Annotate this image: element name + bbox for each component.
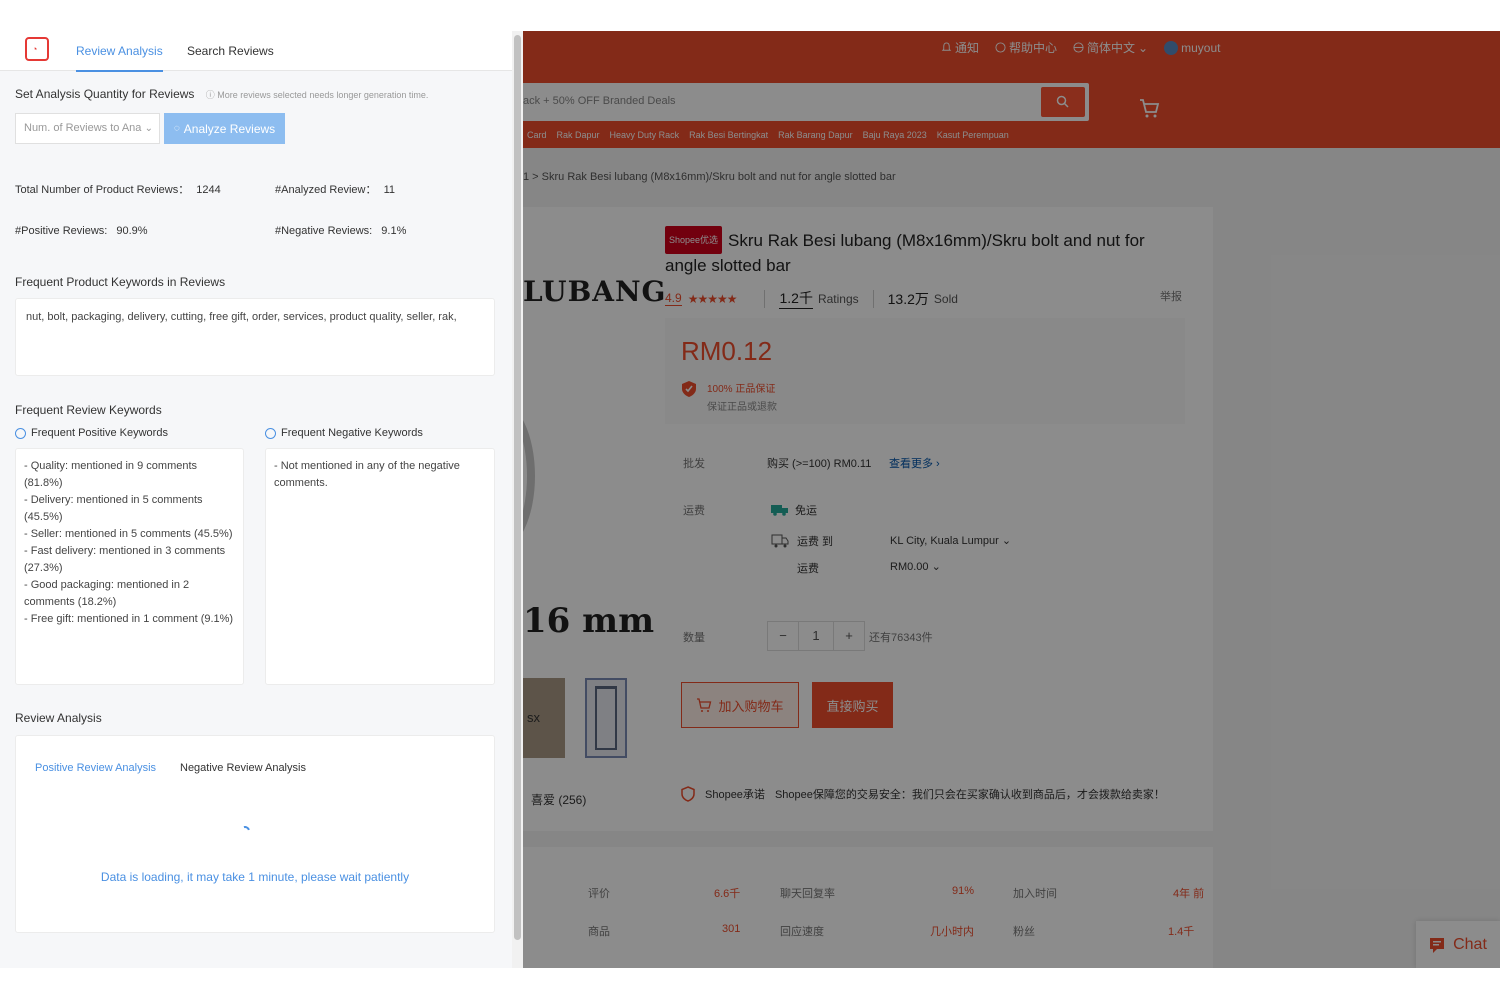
review-analysis-panel: ◔ Review Analysis Search Reviews Set Ana… (0, 0, 512, 968)
extension-logo-icon: ◔ (25, 37, 49, 61)
negative-keywords-header: Frequent Negative Keywords (265, 427, 423, 439)
analyze-reviews-label: Analyze Reviews (183, 121, 276, 136)
review-analysis-title: Review Analysis (15, 711, 102, 725)
modal-overlay[interactable] (523, 31, 1500, 968)
quantity-hint: ⓘ More reviews selected needs longer gen… (205, 90, 429, 100)
total-reviews-value: 1244 (196, 184, 221, 196)
negative-keywords-box: - Not mentioned in any of the negative c… (265, 448, 495, 685)
analyzed-reviews: #Analyzed Review： 11 (275, 181, 395, 197)
product-keywords-text: nut, bolt, packaging, delivery, cutting,… (26, 311, 457, 323)
positive-keywords-header: Frequent Positive Keywords (15, 427, 168, 439)
keyword-item: - Not mentioned in any of the negative c… (274, 460, 460, 489)
quantity-label-text: Set Analysis Quantity for Reviews (15, 87, 195, 101)
negative-keywords-icon (265, 427, 276, 439)
keyword-item: - Quality: mentioned in 9 comments (81.8… (24, 460, 198, 489)
positive-keywords-title: Frequent Positive Keywords (31, 427, 168, 439)
keyword-item: - Seller: mentioned in 5 comments (45.5%… (24, 528, 233, 540)
negative-reviews-value: 9.1% (381, 225, 407, 237)
panel-tabs: ◔ Review Analysis Search Reviews (0, 0, 512, 72)
logo-mark: ◔ (32, 44, 38, 54)
analyzed-reviews-label: #Analyzed Review： (275, 184, 377, 196)
loading-message: Data is loading, it may take 1 minute, p… (100, 870, 410, 884)
tab-positive-review-analysis[interactable]: Positive Review Analysis (35, 762, 156, 774)
total-reviews-label: Total Number of Product Reviews： (15, 184, 190, 196)
keyword-item: - Delivery: mentioned in 5 comments (45.… (24, 494, 203, 523)
tab-negative-review-analysis[interactable]: Negative Review Analysis (180, 762, 306, 774)
positive-keywords-box: - Quality: mentioned in 9 comments (81.8… (15, 448, 244, 685)
keyword-item: - Good packaging: mentioned in 2 comment… (24, 579, 190, 608)
analyze-reviews-button[interactable]: ◌ Analyze Reviews (164, 113, 285, 144)
positive-reviews: #Positive Reviews: 90.9% (15, 225, 148, 237)
review-count-select[interactable]: Num. of Reviews to Ana ⌄ (15, 113, 160, 144)
negative-keywords-title: Frequent Negative Keywords (281, 427, 423, 439)
tab-search-reviews[interactable]: Search Reviews (187, 44, 274, 58)
analyze-icon: ◌ (173, 123, 180, 134)
quantity-hint-text: More reviews selected needs longer gener… (217, 90, 429, 100)
panel-scrollbar[interactable] (512, 31, 523, 968)
keyword-item: - Free gift: mentioned in 1 comment (9.1… (24, 613, 234, 625)
keyword-item: - Fast delivery: mentioned in 3 comments… (24, 545, 226, 574)
positive-reviews-value: 90.9% (116, 225, 148, 237)
review-count-placeholder: Num. of Reviews to Ana (24, 122, 142, 134)
analyzed-reviews-value: 11 (383, 184, 395, 196)
product-keywords-title: Frequent Product Keywords in Reviews (15, 275, 226, 289)
total-reviews: Total Number of Product Reviews： 1244 (15, 181, 221, 197)
tab-review-analysis[interactable]: Review Analysis (76, 44, 163, 72)
negative-reviews-label: #Negative Reviews: (275, 225, 373, 237)
negative-reviews: #Negative Reviews: 9.1% (275, 225, 406, 237)
positive-keywords-icon (15, 427, 26, 439)
review-keywords-title: Frequent Review Keywords (15, 403, 162, 417)
scrollbar-thumb[interactable] (514, 35, 521, 940)
product-keywords-box: nut, bolt, packaging, delivery, cutting,… (15, 298, 495, 376)
positive-reviews-label: #Positive Reviews: (15, 225, 108, 237)
chevron-down-icon: ⌄ (144, 123, 153, 134)
quantity-label: Set Analysis Quantity for Reviews ⓘ More… (15, 87, 428, 101)
